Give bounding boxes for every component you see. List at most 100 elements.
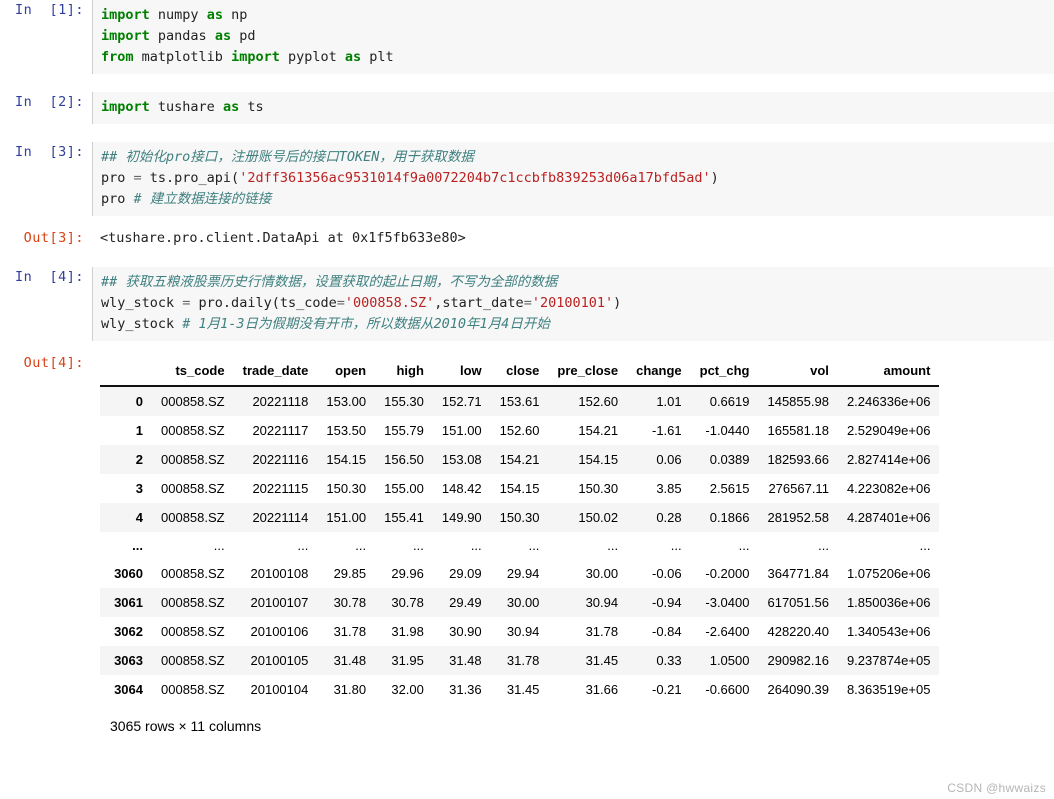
table-cell-pre_close: 152.60 xyxy=(548,386,628,416)
table-cell-high: 32.00 xyxy=(375,675,433,704)
column-header-ts_code: ts_code xyxy=(152,359,234,387)
prompt-in-4: In [4]: xyxy=(14,269,84,285)
row-index-cell: 3061 xyxy=(100,588,152,617)
table-cell-high: 30.78 xyxy=(375,588,433,617)
table-cell-close: 31.78 xyxy=(490,646,549,675)
cell-spacer xyxy=(0,74,1054,92)
table-cell-amount: 4.223082e+06 xyxy=(837,474,940,503)
table-cell-low: 29.49 xyxy=(432,588,491,617)
table-cell-vol: 617051.56 xyxy=(758,588,838,617)
table-cell-trade_date: 20221118 xyxy=(233,386,318,416)
table-cell-trade_date: 20100105 xyxy=(233,646,318,675)
code-line-comment: ## 获取五粮液股票历史行情数据，设置获取的起止日期，不写为全部的数据 xyxy=(101,272,1048,293)
table-cell-vol: 364771.84 xyxy=(758,559,838,588)
table-cell-ts_code: 000858.SZ xyxy=(152,646,234,675)
table-cell-trade_date: 20221115 xyxy=(233,474,318,503)
code-editor-2[interactable]: import tushare as ts xyxy=(92,92,1054,124)
table-cell-change: -0.21 xyxy=(627,675,691,704)
table-cell-trade_date: 20100107 xyxy=(233,588,318,617)
notebook-cell-out-3: Out[3]: <tushare.pro.client.DataApi at 0… xyxy=(0,228,1054,249)
table-cell-pre_close: 31.78 xyxy=(548,617,628,646)
table-cell-ts_code: 000858.SZ xyxy=(152,675,234,704)
table-cell-pct_chg: 1.0500 xyxy=(690,646,759,675)
table-cell-amount: 2.246336e+06 xyxy=(837,386,940,416)
table-cell-amount: 9.237874e+05 xyxy=(837,646,940,675)
table-cell-ts_code: 000858.SZ xyxy=(152,503,234,532)
prompt-in-2: In [2]: xyxy=(14,94,84,110)
table-row: 3063 000858.SZ 20100105 31.48 31.95 31.48 31.7… xyxy=(100,646,940,675)
notebook-cell-in-2[interactable]: In [2]: import tushare as ts xyxy=(0,92,1054,124)
column-header-index xyxy=(100,359,152,387)
table-cell-change: -0.84 xyxy=(627,617,691,646)
table-cell-high: 156.50 xyxy=(375,445,433,474)
code-line: import numpy as np xyxy=(101,7,248,23)
table-cell-high: 31.95 xyxy=(375,646,433,675)
start-date-string: '20100101' xyxy=(531,295,614,311)
table-cell-pct_chg: 0.6619 xyxy=(690,386,759,416)
table-cell-amount: 8.363519e+05 xyxy=(837,675,940,704)
code-editor-3[interactable]: ## 初始化pro接口，注册账号后的接口TOKEN，用于获取数据 pro = t… xyxy=(92,142,1054,216)
table-cell-low: 31.36 xyxy=(432,675,491,704)
table-cell-ts_code: 000858.SZ xyxy=(152,474,234,503)
row-index-cell: 2 xyxy=(100,445,152,474)
table-cell-close: ... xyxy=(490,532,549,559)
code-editor-1[interactable]: import numpy as np import pandas as pd f… xyxy=(92,0,1054,74)
table-cell-change: -0.94 xyxy=(627,588,691,617)
comment-text: ## 初始化pro接口，注册账号后的接口TOKEN，用于获取数据 xyxy=(101,149,474,165)
dataframe-shape-footer: 3065 rows × 11 columns xyxy=(110,718,262,734)
table-cell-high: 155.41 xyxy=(375,503,433,532)
code-editor-4[interactable]: ## 获取五粮液股票历史行情数据，设置获取的起止日期，不写为全部的数据 wly_… xyxy=(92,267,1054,341)
column-header-trade_date: trade_date xyxy=(233,359,318,387)
table-cell-low: 149.90 xyxy=(432,503,491,532)
table-cell-ts_code: 000858.SZ xyxy=(152,559,234,588)
table-cell-pct_chg: 0.0389 xyxy=(690,445,759,474)
notebook-cell-in-1[interactable]: In [1]: import numpy as np import pandas… xyxy=(0,0,1054,74)
table-cell-pct_chg: -1.0440 xyxy=(690,416,759,445)
dataframe-table: ts_code trade_date open high low close pre_clo… xyxy=(100,359,940,704)
table-cell-close: 154.15 xyxy=(490,474,549,503)
column-header-low: low xyxy=(432,359,491,387)
row-index-cell: ... xyxy=(100,532,152,559)
table-cell-vol: 182593.66 xyxy=(758,445,838,474)
table-cell-ts_code: 000858.SZ xyxy=(152,416,234,445)
table-row: 3061 000858.SZ 20100107 30.78 30.78 29.49 30.0… xyxy=(100,588,940,617)
table-cell-pre_close: 150.30 xyxy=(548,474,628,503)
table-cell-vol: ... xyxy=(758,532,838,559)
code-line: import pandas as pd xyxy=(101,28,256,44)
output-repr-text: <tushare.pro.client.DataApi at 0x1f5fb63… xyxy=(100,230,466,246)
table-cell-pre_close: 150.02 xyxy=(548,503,628,532)
table-cell-open: 151.00 xyxy=(317,503,376,532)
table-cell-pct_chg: 2.5615 xyxy=(690,474,759,503)
table-cell-pct_chg: 0.1866 xyxy=(690,503,759,532)
table-cell-change: -0.06 xyxy=(627,559,691,588)
table-cell-change: 0.06 xyxy=(627,445,691,474)
table-cell-amount: 1.850036e+06 xyxy=(837,588,940,617)
table-cell-amount: 2.827414e+06 xyxy=(837,445,940,474)
notebook-cell-in-3[interactable]: In [3]: ## 初始化pro接口，注册账号后的接口TOKEN，用于获取数据… xyxy=(0,142,1054,216)
notebook-cell-out-4: Out[4]: ts_code trade_date open high low clos… xyxy=(0,353,1054,734)
table-cell-change: 3.85 xyxy=(627,474,691,503)
row-index-cell: 3064 xyxy=(100,675,152,704)
notebook-cell-in-4[interactable]: In [4]: ## 获取五粮液股票历史行情数据，设置获取的起止日期，不写为全部… xyxy=(0,267,1054,341)
table-cell-pct_chg: -3.0400 xyxy=(690,588,759,617)
code-line: wly_stock = pro.daily(ts_code='000858.SZ… xyxy=(101,295,622,311)
table-cell-pct_chg: -0.2000 xyxy=(690,559,759,588)
code-line: from matplotlib import pyplot as plt xyxy=(101,49,394,65)
table-cell-vol: 264090.39 xyxy=(758,675,838,704)
table-cell-low: 153.08 xyxy=(432,445,491,474)
table-cell-open: 30.78 xyxy=(317,588,376,617)
table-cell-open: 153.00 xyxy=(317,386,376,416)
cell-spacer xyxy=(0,249,1054,267)
table-row: 2 000858.SZ 20221116 154.15 156.50 153.08 154.… xyxy=(100,445,940,474)
comment-text: # 1月1-3日为假期没有开市，所以数据从2010年1月4日开始 xyxy=(182,316,550,332)
table-cell-close: 29.94 xyxy=(490,559,549,588)
column-header-close: close xyxy=(490,359,549,387)
table-cell-trade_date: ... xyxy=(233,532,318,559)
table-cell-close: 153.61 xyxy=(490,386,549,416)
table-cell-change: -1.61 xyxy=(627,416,691,445)
column-header-high: high xyxy=(375,359,433,387)
table-cell-ts_code: 000858.SZ xyxy=(152,588,234,617)
table-cell-pre_close: ... xyxy=(548,532,628,559)
table-row: 1 000858.SZ 20221117 153.50 155.79 151.00 152.… xyxy=(100,416,940,445)
table-cell-close: 150.30 xyxy=(490,503,549,532)
